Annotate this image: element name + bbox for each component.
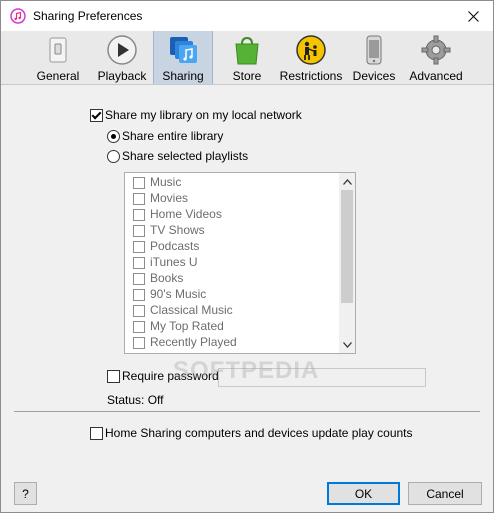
tab-devices-label: Devices [352,69,396,83]
playlist-checkbox[interactable] [133,193,145,205]
share-selected-radio[interactable] [107,150,120,163]
tab-advanced-label: Advanced [409,69,463,83]
playlist-checkbox[interactable] [133,337,145,349]
playlist-checkbox[interactable] [133,321,145,333]
tab-devices[interactable]: Devices [351,31,397,84]
tab-playback[interactable]: Playback [97,31,147,84]
playlist-checkbox[interactable] [133,209,145,221]
chevron-up-icon [342,178,352,185]
playlist-label: Recently Played [150,335,237,349]
store-icon [235,36,259,65]
playlist-checkbox[interactable] [133,177,145,189]
playlist-label: Music [150,175,182,189]
playlist-label: iTunes U [150,255,198,269]
playlist-label: 90's Music [150,287,207,301]
softpedia-watermark: SOFTPEDIA [173,357,320,384]
playlist-checkbox[interactable] [133,273,145,285]
status-text: Status: Off [107,393,164,407]
share-library-checkbox[interactable] [90,109,103,122]
playlist-checkbox[interactable] [133,305,145,317]
playlist-label: TV Shows [150,223,205,237]
require-password-checkbox[interactable] [107,370,120,383]
tab-sharing-label: Sharing [162,69,204,83]
tab-sharing[interactable]: Sharing [153,31,213,84]
share-library-label: Share my library on my local network [105,108,302,122]
tab-store[interactable]: Store [229,31,265,84]
playlist-label: Books [150,271,184,285]
sharing-icon [170,37,197,63]
playback-icon [107,35,137,65]
ok-button[interactable]: OK [327,482,400,505]
help-button[interactable]: ? [14,482,37,505]
tab-advanced[interactable]: Advanced [409,31,463,84]
window-title: Sharing Preferences [33,9,143,23]
close-button[interactable] [453,1,493,31]
general-icon [49,37,67,63]
scroll-down-button[interactable] [339,336,355,353]
preferences-window: Sharing Preferences General Playback Sha… [0,0,494,513]
tab-restrictions[interactable]: Restrictions [280,31,342,84]
playlist-checkbox[interactable] [133,225,145,237]
playlist-label: My Top Rated [150,319,224,333]
tab-general-label: General [36,69,80,83]
scroll-thumb[interactable] [341,190,353,303]
playlist-checkbox[interactable] [133,289,145,301]
cancel-button[interactable]: Cancel [408,482,482,505]
separator [14,411,480,412]
tab-general[interactable]: General [35,31,81,84]
share-selected-label: Share selected playlists [122,149,249,163]
playlist-scrollbar[interactable] [339,173,355,353]
advanced-icon [421,35,451,65]
tab-restrictions-label: Restrictions [279,69,343,83]
playlist-checkbox[interactable] [133,257,145,269]
playlist-listbox[interactable]: Music Movies Home Videos TV Shows Podcasts iT… [124,172,356,354]
playlist-checkbox[interactable] [133,241,145,253]
preferences-toolbar: General Playback Sharing Store Restricti… [1,31,493,85]
home-sharing-label: Home Sharing computers and devices updat… [105,426,413,440]
home-sharing-checkbox[interactable] [90,427,103,440]
share-entire-radio[interactable] [107,130,120,143]
chevron-down-icon [342,341,352,348]
itunes-app-icon [10,8,26,24]
playlist-label: Home Videos [150,207,222,221]
devices-icon [366,35,382,65]
playlist-label: Movies [150,191,189,205]
playlist-label: Podcasts [150,239,200,253]
scroll-up-button[interactable] [339,173,355,190]
title-bar: Sharing Preferences [1,1,493,31]
close-icon [467,10,479,22]
restrictions-icon [296,35,326,65]
tab-playback-label: Playback [97,69,147,83]
playlist-label: Classical Music [150,303,233,317]
tab-store-label: Store [232,69,262,83]
share-entire-label: Share entire library [122,129,224,143]
